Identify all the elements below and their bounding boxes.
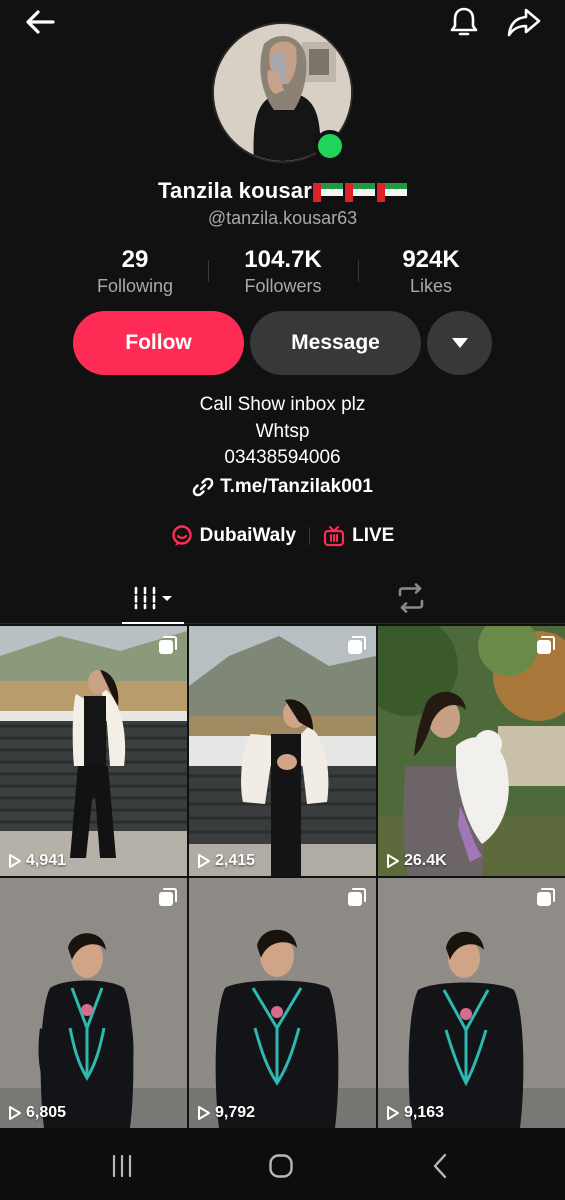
video-thumbnail[interactable]: 6,805 (0, 878, 187, 1128)
link-icon (192, 477, 214, 497)
bio-line: 03438594006 (224, 447, 341, 468)
play-count-text: 2,415 (215, 852, 256, 869)
community-name: DubaiWaly (199, 525, 297, 546)
share-icon (507, 8, 541, 37)
video-thumbnail[interactable]: 4,941 (0, 626, 187, 876)
bio-link-text: T.me/Tanzilak001 (220, 476, 373, 497)
follow-button[interactable]: Follow (73, 311, 244, 375)
likes-stat[interactable]: 924K Likes (385, 246, 477, 297)
followers-stat[interactable]: 104.7K Followers (230, 246, 336, 297)
video-preview (189, 626, 376, 876)
video-preview (0, 626, 187, 876)
play-count: 26.4K (386, 852, 447, 870)
video-thumbnail[interactable]: 9,792 (189, 878, 376, 1128)
stat-divider (358, 260, 359, 282)
play-count: 2,415 (197, 852, 255, 870)
display-name: Tanzila kousar (158, 178, 312, 203)
uae-flag-icon (377, 182, 407, 202)
likes-label: Likes (409, 276, 453, 296)
play-icon (9, 854, 21, 868)
profile-name: Tanzila kousar (0, 178, 565, 204)
play-count-text: 9,792 (215, 1104, 256, 1121)
play-count-text: 9,163 (404, 1104, 445, 1121)
live-label: LIVE (352, 525, 395, 546)
bio-link[interactable]: T.me/Tanzilak001 (0, 476, 565, 498)
profile-actions: Follow Message (0, 311, 565, 377)
badge-divider (309, 527, 311, 545)
chevron-left-icon (433, 1153, 447, 1179)
play-icon (9, 1106, 21, 1120)
play-count: 9,163 (386, 1104, 444, 1122)
profile-stats: 29 Following 104.7K Followers 924K Likes (0, 246, 565, 302)
video-thumbnail[interactable]: 2,415 (189, 626, 376, 876)
play-count-text: 4,941 (26, 852, 67, 869)
stat-divider (208, 260, 209, 282)
content-tabs (0, 572, 565, 624)
following-label: Following (96, 276, 174, 296)
arrow-left-icon (26, 10, 55, 34)
multi-video-icon (159, 636, 177, 654)
home-icon (269, 1154, 293, 1178)
active-tab-indicator (122, 622, 184, 624)
bell-icon (450, 7, 478, 36)
recent-apps-button[interactable] (92, 1146, 152, 1186)
profile-avatar[interactable] (212, 22, 353, 163)
likes-count: 924K (402, 246, 460, 273)
play-icon (387, 1106, 399, 1120)
video-preview (0, 878, 187, 1128)
bio-line: Call Show inbox plz (199, 394, 366, 415)
play-count-text: 26.4K (404, 852, 447, 869)
multi-video-icon (159, 888, 177, 906)
back-nav-button[interactable] (410, 1146, 470, 1186)
play-count: 9,792 (197, 1104, 255, 1122)
live-badge[interactable]: LIVE (323, 525, 394, 547)
video-thumbnail[interactable]: 9,163 (378, 878, 565, 1128)
play-icon (198, 854, 210, 868)
profile-handle: @tanzila.kousar63 (207, 208, 358, 228)
profile-bio: Call Show inbox plz Whtsp 03438594006 (0, 392, 565, 472)
home-button[interactable] (251, 1146, 311, 1186)
repost-icon (398, 583, 424, 613)
play-count-text: 6,805 (26, 1104, 67, 1121)
multi-video-icon (348, 636, 366, 654)
system-navigation-bar (0, 1128, 565, 1200)
following-count: 29 (121, 246, 149, 273)
play-icon (387, 854, 399, 868)
grid-icon (134, 586, 172, 610)
bio-line: Whtsp (255, 420, 310, 442)
video-grid: 4,941 2,415 26.4K 6,805 9,792 9,163 (0, 626, 565, 1128)
followers-label: Followers (244, 276, 322, 296)
followers-count: 104.7K (244, 246, 322, 273)
uae-flag-icon (345, 182, 375, 202)
video-preview (189, 878, 376, 1128)
multi-video-icon (537, 888, 555, 906)
recent-apps-icon (112, 1154, 132, 1178)
flag-emojis (313, 182, 407, 202)
back-button[interactable] (20, 4, 60, 40)
profile-badges: DubaiWaly LIVE (0, 521, 565, 551)
play-icon (198, 1106, 210, 1120)
message-button[interactable]: Message (250, 311, 421, 375)
following-stat[interactable]: 29 Following (84, 246, 186, 297)
community-badge[interactable]: DubaiWaly (171, 525, 296, 547)
more-options-button[interactable] (427, 311, 492, 375)
tab-reposts[interactable] (380, 572, 442, 624)
video-preview (378, 878, 565, 1128)
notifications-button[interactable] (444, 2, 484, 42)
online-status-indicator (314, 130, 346, 162)
uae-flag-icon (313, 182, 343, 202)
video-thumbnail[interactable]: 26.4K (378, 626, 565, 876)
play-count: 4,941 (8, 852, 66, 870)
play-count: 6,805 (8, 1104, 66, 1122)
live-tv-icon (323, 526, 345, 547)
caret-down-icon (451, 338, 468, 348)
multi-video-icon (348, 888, 366, 906)
chat-bubble-icon (171, 525, 192, 546)
video-preview (378, 626, 565, 876)
tab-videos[interactable] (122, 572, 184, 624)
share-button[interactable] (502, 2, 546, 42)
multi-video-icon (537, 636, 555, 654)
